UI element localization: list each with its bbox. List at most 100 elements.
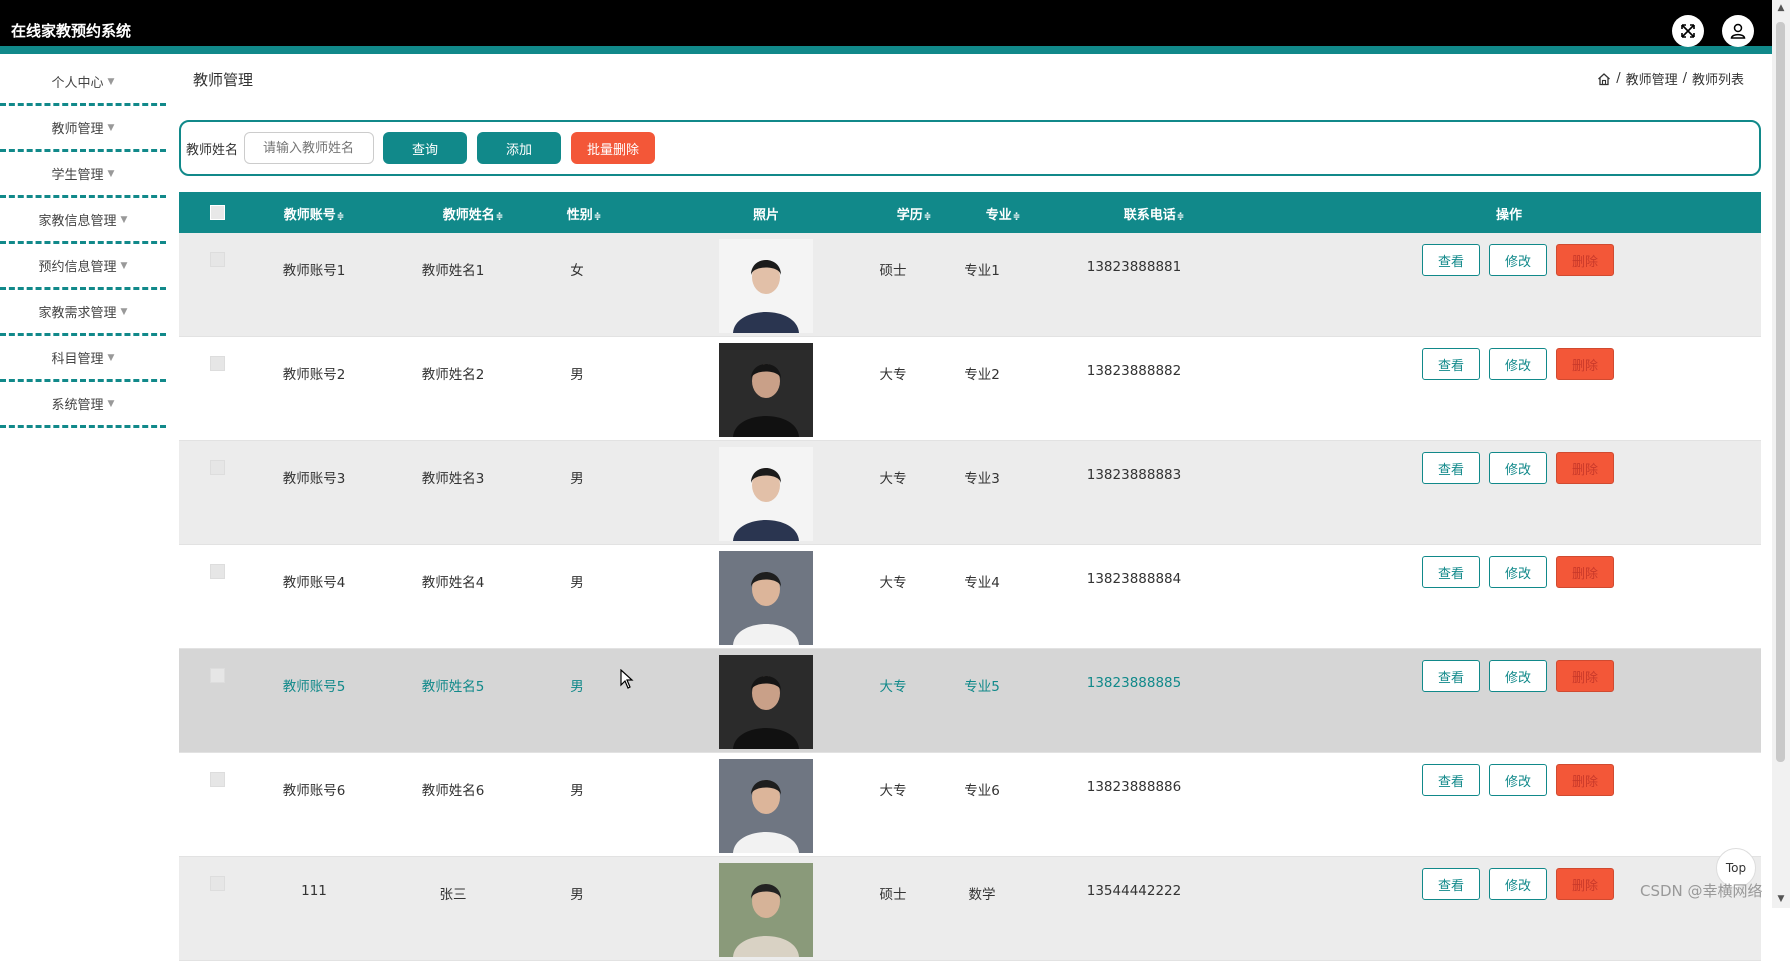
delete-button[interactable]: 删除: [1556, 556, 1614, 588]
home-icon[interactable]: [1597, 72, 1611, 86]
caret-down-icon: ▼: [107, 398, 115, 409]
query-button[interactable]: 查询: [383, 132, 468, 164]
row-checkbox[interactable]: [210, 460, 225, 475]
batch-delete-button[interactable]: 批量删除: [571, 132, 656, 164]
edit-button[interactable]: 修改: [1489, 348, 1547, 380]
cell-name: 教师姓名3: [421, 471, 485, 487]
header-label: 教师姓名: [442, 208, 495, 223]
cell-name: 教师姓名2: [421, 367, 485, 383]
teacher-photo: [719, 655, 813, 749]
fullscreen-button[interactable]: [1672, 15, 1704, 47]
header-education[interactable]: 学历≑: [874, 204, 954, 223]
table-row[interactable]: 教师账号4 教师姓名4 男 大专 专业4 13823888884 查看 修改 删除: [179, 545, 1761, 649]
cell-gender: 男: [570, 783, 584, 799]
sidebar-item-booking-info[interactable]: 预约信息管理 ▼: [0, 244, 166, 290]
caret-down-icon: ▼: [120, 214, 128, 225]
cell-gender: 男: [570, 367, 584, 383]
sidebar-item-personal-center[interactable]: 个人中心 ▼: [0, 60, 166, 106]
sort-icon[interactable]: ≑: [594, 212, 602, 222]
scroll-up-icon[interactable]: ▲: [1775, 2, 1787, 14]
top-bar-accent-stripe: [0, 46, 1772, 54]
cell-gender: 男: [570, 887, 584, 903]
scrollbar-thumb[interactable]: [1776, 22, 1785, 762]
sort-icon[interactable]: ≑: [924, 212, 932, 222]
sort-icon[interactable]: ≑: [337, 212, 345, 222]
view-button[interactable]: 查看: [1422, 452, 1480, 484]
row-checkbox[interactable]: [210, 772, 225, 787]
cell-account: 111: [301, 883, 327, 899]
header-gender[interactable]: 性别≑: [544, 204, 624, 223]
view-button[interactable]: 查看: [1422, 244, 1480, 276]
sort-icon[interactable]: ≑: [1177, 212, 1185, 222]
view-button[interactable]: 查看: [1422, 764, 1480, 796]
delete-button[interactable]: 删除: [1556, 348, 1614, 380]
table-row[interactable]: 教师账号1 教师姓名1 女 硕士 专业1 13823888881 查看 修改 删除: [179, 233, 1761, 337]
edit-button[interactable]: 修改: [1489, 764, 1547, 796]
delete-button[interactable]: 删除: [1556, 660, 1614, 692]
delete-button[interactable]: 删除: [1556, 452, 1614, 484]
row-checkbox[interactable]: [210, 356, 225, 371]
view-button[interactable]: 查看: [1422, 868, 1480, 900]
edit-button[interactable]: 修改: [1489, 244, 1547, 276]
header-account[interactable]: 教师账号≑: [254, 204, 374, 223]
sort-icon[interactable]: ≑: [1013, 212, 1021, 222]
edit-button[interactable]: 修改: [1489, 660, 1547, 692]
cell-gender: 男: [570, 679, 584, 695]
table-row[interactable]: 教师账号2 教师姓名2 男 大专 专业2 13823888882 查看 修改 删除: [179, 337, 1761, 441]
header-name[interactable]: 教师姓名≑: [413, 204, 533, 223]
sidebar-item-tutoring-info[interactable]: 家教信息管理 ▼: [0, 198, 166, 244]
header-label: 学历: [896, 208, 923, 223]
header-label: 专业: [985, 208, 1012, 223]
delete-button[interactable]: 删除: [1556, 868, 1614, 900]
sidebar-item-subject-management[interactable]: 科目管理 ▼: [0, 336, 166, 382]
header-label: 联系电话: [1123, 208, 1176, 223]
scroll-down-icon[interactable]: ▼: [1775, 893, 1787, 905]
user-menu-button[interactable]: [1722, 15, 1754, 47]
caret-down-icon: ▼: [120, 260, 128, 271]
view-button[interactable]: 查看: [1422, 348, 1480, 380]
row-checkbox[interactable]: [210, 668, 225, 683]
cell-gender: 男: [570, 575, 584, 591]
sidebar-item-teacher-management[interactable]: 教师管理 ▼: [0, 106, 166, 152]
portrait-image: [719, 655, 813, 749]
delete-button[interactable]: 删除: [1556, 244, 1614, 276]
edit-button[interactable]: 修改: [1489, 452, 1547, 484]
table-row[interactable]: 教师账号6 教师姓名6 男 大专 专业6 13823888886 查看 修改 删除: [179, 753, 1761, 857]
caret-down-icon: ▼: [120, 306, 128, 317]
mouse-cursor-icon: [620, 669, 634, 689]
row-checkbox[interactable]: [210, 876, 225, 891]
add-button[interactable]: 添加: [477, 132, 562, 164]
row-checkbox[interactable]: [210, 252, 225, 267]
caret-down-icon: ▼: [107, 168, 115, 179]
table-row[interactable]: 教师账号3 教师姓名3 男 大专 专业3 13823888883 查看 修改 删除: [179, 441, 1761, 545]
portrait-image: [719, 759, 813, 853]
teacher-name-search-input[interactable]: [244, 132, 375, 164]
sidebar-item-student-management[interactable]: 学生管理 ▼: [0, 152, 166, 198]
sort-icon[interactable]: ≑: [496, 212, 504, 222]
header-major[interactable]: 专业≑: [963, 204, 1043, 223]
sidebar-item-system-management[interactable]: 系统管理 ▼: [0, 382, 166, 428]
sidebar-item-label: 学生管理: [51, 168, 104, 183]
table-row[interactable]: 111 张三 男 硕士 数学 13544442222 查看 修改 删除: [179, 857, 1761, 961]
row-checkbox[interactable]: [210, 564, 225, 579]
fullscreen-icon: [1681, 24, 1695, 38]
cell-account: 教师账号5: [282, 679, 346, 695]
sidebar-item-label: 系统管理: [51, 398, 104, 413]
sidebar-item-tutoring-demand[interactable]: 家教需求管理 ▼: [0, 290, 166, 336]
header-phone[interactable]: 联系电话≑: [1089, 204, 1219, 223]
cell-phone: 13823888883: [1086, 467, 1182, 483]
edit-button[interactable]: 修改: [1489, 868, 1547, 900]
edit-button[interactable]: 修改: [1489, 556, 1547, 588]
table-row[interactable]: 教师账号5 教师姓名5 男 大专 专业5 13823888885 查看 修改 删除: [179, 649, 1761, 753]
breadcrumb-item-teacher-management[interactable]: 教师管理: [1626, 69, 1678, 88]
cell-name: 张三: [439, 887, 467, 903]
portrait-image: [719, 863, 813, 957]
view-button[interactable]: 查看: [1422, 660, 1480, 692]
cell-name: 教师姓名4: [421, 575, 485, 591]
portrait-image: [719, 551, 813, 645]
select-all-checkbox[interactable]: [210, 205, 225, 220]
view-button[interactable]: 查看: [1422, 556, 1480, 588]
delete-button[interactable]: 删除: [1556, 764, 1614, 796]
cell-phone: 13823888882: [1086, 363, 1182, 379]
search-panel: 教师姓名 查询 添加 批量删除: [179, 120, 1761, 176]
